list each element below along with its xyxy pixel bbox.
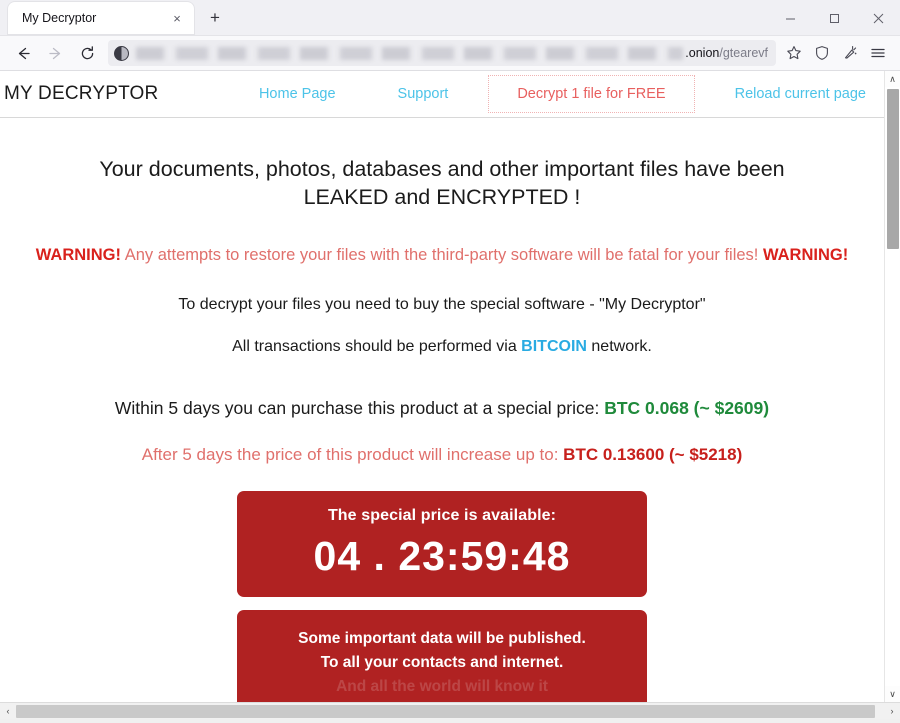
countdown-timer: 04 . 23:59:48 — [313, 533, 571, 580]
site-brand: MY DECRYPTOR — [4, 83, 159, 104]
url-path: /gtearevf — [719, 46, 768, 60]
headline-line-1: Your documents, photos, databases and ot… — [99, 157, 785, 181]
data-publish-panel: Some important data will be published. T… — [237, 609, 647, 702]
scroll-up-icon[interactable]: ∧ — [885, 71, 900, 87]
publish-line-1: Some important data will be published. — [298, 629, 586, 647]
warning-body: Any attempts to restore your files with … — [124, 246, 759, 265]
scroll-right-icon[interactable]: › — [884, 703, 900, 720]
vertical-scroll-thumb[interactable] — [887, 89, 899, 249]
instruction-text: To decrypt your files you need to buy th… — [178, 296, 706, 314]
nav-link-home-page[interactable]: Home Page — [257, 82, 338, 106]
publish-line-2: To all your contacts and internet. — [320, 653, 564, 671]
special-price-value: BTC 0.068 (~ $2609) — [604, 398, 770, 419]
tab-strip: My Decryptor × + — [0, 0, 900, 36]
close-icon[interactable]: × — [168, 9, 186, 27]
transactions-suffix: network. — [586, 338, 652, 356]
horizontal-scrollbar[interactable]: ‹ › — [0, 702, 900, 719]
bitcoin-link[interactable]: BITCOIN — [521, 338, 587, 355]
shield-icon[interactable] — [808, 39, 836, 67]
browser-window: My Decryptor × + .onion/gtearevf MY DECR… — [0, 0, 900, 723]
star-icon[interactable] — [780, 39, 808, 67]
page-viewport: MY DECRYPTOR Home Page Support Decrypt 1… — [0, 71, 900, 702]
close-window-icon[interactable] — [856, 2, 900, 34]
horizontal-scroll-thumb[interactable] — [16, 704, 876, 718]
horizontal-scroll-track[interactable] — [16, 703, 884, 720]
headline-line-2: LEAKED and ENCRYPTED ! — [303, 184, 581, 209]
forward-arrow-icon — [40, 39, 70, 67]
window-bottom-edge — [0, 719, 900, 723]
after-price-label: After 5 days the price of this product w… — [141, 445, 564, 465]
navigation-toolbar: .onion/gtearevf — [0, 36, 900, 71]
minimize-icon[interactable] — [768, 2, 812, 34]
ransom-note-content: Your documents, photos, databases and ot… — [0, 118, 884, 702]
transactions-prefix: All transactions should be performed via — [232, 338, 522, 356]
tab-title: My Decryptor — [22, 11, 97, 25]
decrypt-free-button[interactable]: Decrypt 1 file for FREE — [488, 75, 695, 113]
after-price-line: After 5 days the price of this product w… — [0, 445, 884, 465]
publish-line-3: And all the world will know it — [336, 677, 548, 695]
browser-tab-my-decryptor[interactable]: My Decryptor × — [8, 2, 194, 34]
new-tab-icon[interactable]: + — [201, 4, 229, 32]
url-onion-suffix: .onion — [685, 46, 720, 60]
site-nav: Home Page Support Decrypt 1 file for FRE… — [158, 75, 872, 113]
nav-link-decrypt-free[interactable]: Decrypt 1 file for FREE — [515, 82, 667, 106]
countdown-panel: The special price is available: 04 . 23:… — [237, 491, 647, 597]
site-header: MY DECRYPTOR Home Page Support Decrypt 1… — [0, 71, 884, 118]
page-headline: Your documents, photos, databases and ot… — [62, 156, 822, 211]
scroll-left-icon[interactable]: ‹ — [0, 703, 16, 720]
after-price-value: BTC 0.13600 (~ $5218) — [563, 445, 743, 465]
warning-banner: WARNING! Any attempts to restore your fi… — [0, 245, 884, 266]
address-bar[interactable]: .onion/gtearevf — [108, 40, 776, 66]
vertical-scrollbar[interactable]: ∧ ∨ — [884, 71, 900, 702]
onion-circle-icon[interactable] — [114, 45, 129, 61]
hamburger-menu-icon[interactable] — [864, 39, 892, 67]
reload-icon[interactable] — [72, 39, 102, 67]
url-redacted-text — [136, 46, 684, 60]
nav-link-reload-page[interactable]: Reload current page — [733, 82, 868, 106]
page-content-area: MY DECRYPTOR Home Page Support Decrypt 1… — [0, 71, 884, 702]
warning-suffix: WARNING! — [762, 246, 849, 265]
maximize-icon[interactable] — [812, 2, 856, 34]
back-arrow-icon[interactable] — [8, 39, 38, 67]
special-price-label: Within 5 days you can purchase this prod… — [114, 398, 605, 419]
broom-sparkle-icon[interactable] — [836, 39, 864, 67]
transactions-text: All transactions should be performed via… — [0, 338, 884, 356]
countdown-title: The special price is available: — [327, 507, 557, 525]
special-price-line: Within 5 days you can purchase this prod… — [0, 398, 884, 419]
url-text: .onion/gtearevf — [685, 46, 770, 60]
scroll-down-icon[interactable]: ∨ — [885, 686, 900, 702]
warning-prefix: WARNING! — [35, 246, 122, 265]
nav-link-support[interactable]: Support — [396, 82, 451, 106]
window-controls — [768, 0, 900, 36]
